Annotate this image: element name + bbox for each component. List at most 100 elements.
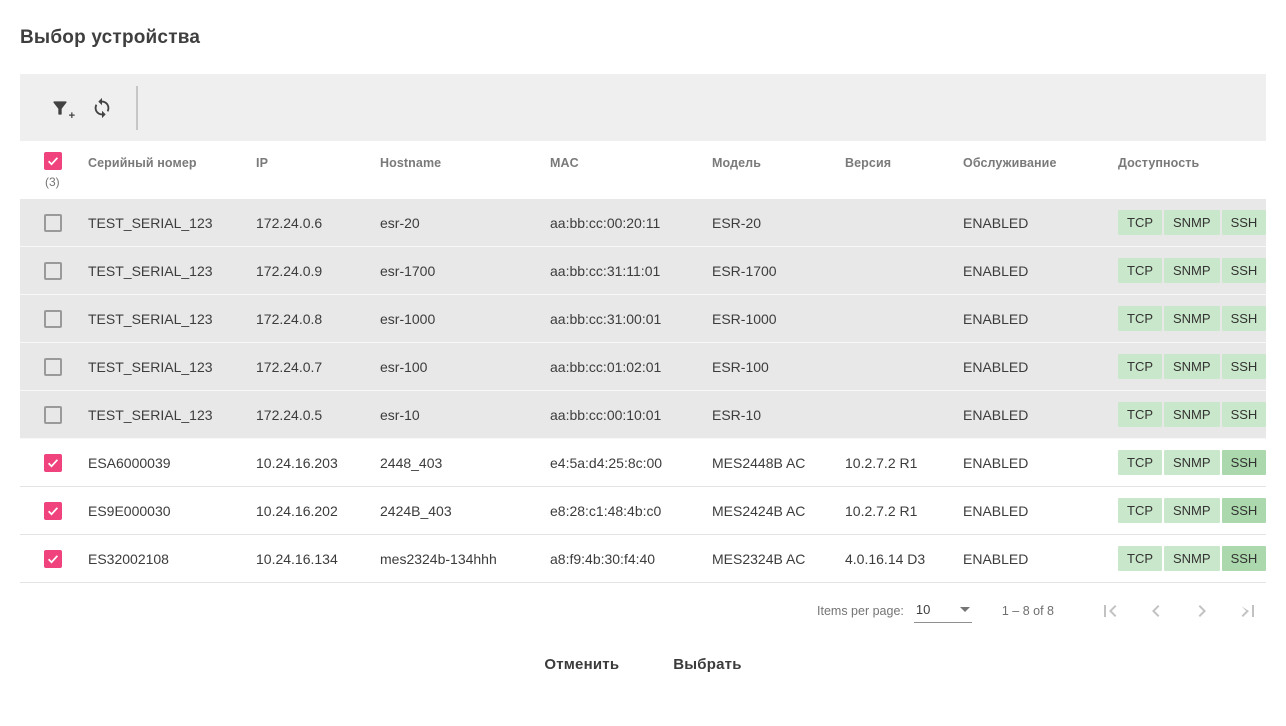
cell-hostname: 2448_403 [380, 454, 443, 471]
protocol-badge-tcp: TCP [1118, 498, 1162, 523]
cell-ip: 172.24.0.8 [256, 310, 323, 327]
protocol-badge-ssh: SSH [1221, 258, 1267, 283]
protocol-chip-strip: TCP SNMP SSH [1118, 354, 1267, 379]
select-all-checkbox[interactable] [44, 152, 62, 170]
table-body: TEST_SERIAL_123 172.24.0.6 esr-20 aa:bb:cc:… [20, 199, 1267, 583]
row-checkbox-cell [20, 453, 88, 472]
toolbar: + [20, 74, 1266, 141]
items-per-page-label: Items per page: [817, 604, 904, 618]
chevron-down-icon [959, 606, 970, 612]
next-page-button[interactable] [1190, 599, 1214, 623]
protocol-badge-tcp: TCP [1118, 210, 1162, 235]
cell-ip: 10.24.16.203 [256, 454, 338, 471]
page-range-label: 1 – 8 of 8 [1001, 604, 1054, 618]
row-checkbox-cell [20, 357, 88, 376]
protocol-badge-tcp: TCP [1118, 354, 1162, 379]
table-row: TEST_SERIAL_123 172.24.0.7 esr-100 aa:bb:cc… [20, 343, 1267, 391]
table-row: ES9E000030 10.24.16.202 2424B_403 e8:28:c1:… [20, 487, 1267, 535]
protocol-badge-tcp: TCP [1118, 402, 1162, 427]
protocol-chip-strip: TCP SNMP SSH [1118, 258, 1267, 283]
row-checkbox[interactable] [44, 405, 62, 424]
cell-serial: TEST_SERIAL_123 [88, 310, 213, 327]
cell-model: MES2324B AC [712, 550, 806, 567]
protocol-badge-snmp: SNMP [1164, 546, 1220, 571]
cell-maintenance: ENABLED [963, 310, 1029, 327]
column-header-version: Версия [845, 156, 892, 170]
cell-serial: TEST_SERIAL_123 [88, 358, 213, 375]
cell-maintenance: ENABLED [963, 454, 1029, 471]
cell-mac: aa:bb:cc:00:10:01 [550, 406, 662, 423]
cell-maintenance: ENABLED [963, 550, 1029, 567]
row-checkbox[interactable] [44, 213, 62, 232]
chevron-left-icon [1144, 599, 1168, 623]
protocol-badge-tcp: TCP [1118, 306, 1162, 331]
refresh-button[interactable] [90, 96, 114, 120]
column-header-ip: IP [256, 156, 269, 170]
cell-hostname: esr-10 [380, 406, 420, 423]
protocol-chip-strip: TCP SNMP SSH [1118, 546, 1267, 571]
cell-hostname: esr-1700 [380, 262, 436, 279]
cell-ip: 172.24.0.5 [256, 406, 323, 423]
column-header-hostname: Hostname [380, 156, 442, 170]
protocol-chip-strip: TCP SNMP SSH [1118, 450, 1267, 475]
protocol-badge-tcp: TCP [1118, 258, 1162, 283]
row-checkbox[interactable] [44, 261, 62, 280]
row-checkbox[interactable] [44, 357, 62, 376]
cell-ip: 172.24.0.9 [256, 262, 323, 279]
protocol-badge-ssh: SSH [1221, 498, 1267, 523]
cell-hostname: esr-100 [380, 358, 428, 375]
protocol-badge-ssh: SSH [1221, 306, 1267, 331]
protocol-badge-snmp: SNMP [1164, 354, 1220, 379]
row-checkbox[interactable] [44, 549, 62, 568]
protocol-chip-strip: TCP SNMP SSH [1118, 402, 1267, 427]
cell-serial: TEST_SERIAL_123 [88, 262, 213, 279]
cell-mac: e4:5a:d4:25:8c:00 [550, 454, 663, 471]
device-table: (3) Серийный номер IP Hostname MAC Модел… [20, 141, 1267, 583]
select-all-cell: (3) [20, 152, 88, 189]
table-row: TEST_SERIAL_123 172.24.0.8 esr-1000 aa:bb:c… [20, 295, 1267, 343]
first-page-button[interactable] [1098, 599, 1122, 623]
cell-model: MES2424B AC [712, 502, 806, 519]
cell-ip: 172.24.0.7 [256, 358, 323, 375]
row-checkbox-cell [20, 309, 88, 328]
protocol-chip-strip: TCP SNMP SSH [1118, 498, 1267, 523]
table-row: ES32002108 10.24.16.134 mes2324b-134hhh a8:… [20, 535, 1267, 583]
cancel-button[interactable]: Отменить [534, 647, 629, 682]
previous-page-button[interactable] [1144, 599, 1168, 623]
column-header-mac: MAC [550, 156, 579, 170]
refresh-icon [91, 97, 113, 119]
chevron-right-icon [1190, 599, 1214, 623]
protocol-chip-strip: TCP SNMP SSH [1118, 210, 1267, 235]
row-checkbox[interactable] [44, 309, 62, 328]
page-size-select[interactable]: 10 [913, 600, 972, 623]
cell-serial: ESA6000039 [88, 454, 171, 471]
protocol-badge-ssh: SSH [1221, 402, 1267, 427]
cell-mac: aa:bb:cc:00:20:11 [550, 214, 661, 231]
toolbar-divider [136, 85, 138, 130]
add-filter-button[interactable]: + [48, 96, 75, 121]
select-button[interactable]: Выбрать [663, 647, 751, 682]
filter-icon [50, 98, 70, 118]
column-header-maintenance: Обслуживание [963, 156, 1057, 170]
protocol-badge-snmp: SNMP [1164, 306, 1220, 331]
row-checkbox[interactable] [44, 453, 62, 472]
row-checkbox-cell [20, 549, 88, 568]
row-checkbox-cell [20, 501, 88, 520]
cell-model: ESR-10 [712, 406, 762, 423]
column-header-model: Модель [712, 156, 761, 170]
cell-availability: TCP SNMP SSH [1118, 354, 1267, 379]
row-checkbox[interactable] [44, 501, 62, 520]
cell-maintenance: ENABLED [963, 406, 1029, 423]
last-page-button[interactable] [1236, 599, 1260, 623]
cell-mac: aa:bb:cc:31:11:01 [550, 262, 661, 279]
cell-maintenance: ENABLED [963, 358, 1029, 375]
cell-mac: e8:28:c1:48:4b:c0 [550, 502, 662, 519]
first-page-icon [1098, 599, 1122, 623]
cell-serial: ES32002108 [88, 550, 169, 567]
cell-availability: TCP SNMP SSH [1118, 450, 1267, 475]
paginator: Items per page: 10 1 – 8 of 8 [20, 583, 1266, 639]
cell-model: ESR-20 [712, 214, 762, 231]
protocol-badge-snmp: SNMP [1164, 258, 1220, 283]
table-header-row: (3) Серийный номер IP Hostname MAC Модел… [20, 141, 1266, 199]
cell-version: 4.0.16.14 D3 [845, 550, 926, 567]
